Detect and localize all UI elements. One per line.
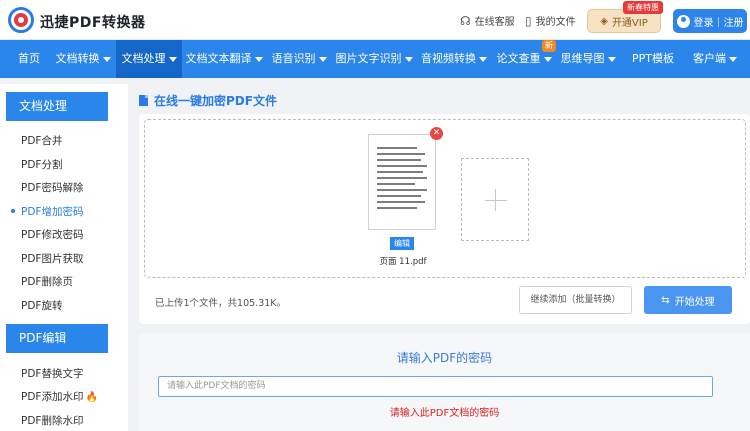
convert-arrows-icon: ⇆ [661,294,670,306]
active-dot-icon [11,209,15,213]
login-register-button[interactable]: 登录｜注册 [673,9,747,33]
sidebar-item-pdf-replace-text[interactable]: PDF替换文字 [21,366,83,381]
new-badge: 新 [542,40,556,52]
nav-ppt[interactable]: PPT模板 [624,40,682,78]
chevron-down-icon [102,56,111,62]
sidebar-item-pdf-change-password[interactable]: PDF修改密码 [21,227,83,242]
nav-home[interactable]: 首页 [8,40,50,78]
sidebar-item-pdf-merge[interactable]: PDF合并 [21,133,62,148]
start-process-button[interactable]: ⇆ 开始处理 [644,286,732,314]
edit-file-button[interactable]: 编辑 [390,237,414,250]
sidebar-item-pdf-delete-page[interactable]: PDF删除页 [21,274,73,289]
sidebar-item-pdf-add-watermark[interactable]: PDF添加水印 🔥 [21,389,98,404]
chevron-down-icon [168,56,177,62]
pdf-thumbnail[interactable] [368,134,436,230]
sidebar-item-pdf-unlock[interactable]: PDF密码解除 [21,180,83,195]
chevron-down-icon [729,56,737,62]
main-nav: 首页 文档转换 文档处理 文档文本翻译 语音识别 图片文字识别 音视频转换 论文… [0,40,750,78]
top-header: 迅捷PDF转换器 ☊ 在线客服 ▯ 我的文件 ◈ 开通VIP 新春特惠 登录｜注… [0,0,750,40]
sidebar-item-pdf-split[interactable]: PDF分割 [21,157,62,172]
start-label: 开始处理 [674,296,715,308]
nav-speech[interactable]: 语音识别 [266,40,332,78]
nav-translate[interactable]: 文档文本翻译 [182,40,266,78]
login-label: 登录｜注册 [693,17,744,29]
diamond-icon: ◈ [600,15,608,27]
chevron-down-icon [543,56,552,62]
sidebar-item-pdf-add-password[interactable]: PDF增加密码 [21,204,83,219]
password-error-message: 请输入此PDF文档的密码 [389,408,500,419]
my-files-label: 我的文件 [535,17,576,28]
vip-promo-badge: 新春特惠 [623,1,663,14]
sidebar-section-title: PDF编辑 [6,324,108,353]
file-dropzone[interactable] [144,119,746,278]
nav-ocr[interactable]: 图片文字识别 [332,40,416,78]
nav-mindmap[interactable]: 思维导图 [556,40,620,78]
sidebar-item-pdf-rotate[interactable]: PDF旋转 [21,298,62,313]
online-service-link[interactable]: ☊ 在线客服 [460,13,515,29]
my-files-link[interactable]: ▯ 我的文件 [525,13,576,29]
file-name: 页面 11.pdf [379,257,427,267]
sidebar-item-pdf-remove-watermark[interactable]: PDF删除水印 [21,413,83,428]
nav-av-convert[interactable]: 音视频转换 [416,40,492,78]
page-title-text: 在线一键加密PDF文件 [154,94,277,108]
document-icon [139,95,148,106]
remove-file-icon[interactable]: ✕ [430,127,443,140]
user-icon [676,14,690,28]
chevron-down-icon [404,56,413,62]
chevron-down-icon [479,56,487,62]
headset-icon: ☊ [460,13,471,28]
continue-add-button[interactable]: 继续添加（批量转换） [519,286,632,314]
app-name[interactable]: 迅捷PDF转换器 [40,12,145,32]
vip-label: 开通VIP [611,17,648,29]
password-input[interactable]: 请输入此PDF文档的密码 [158,376,713,397]
nav-doc-convert[interactable]: 文档转换 [50,40,116,78]
chevron-down-icon [607,56,616,62]
sidebar-item-pdf-extract-images[interactable]: PDF图片获取 [21,251,83,266]
password-title: 请输入PDF的密码 [396,351,493,365]
nav-doc-process[interactable]: 文档处理 [116,40,182,78]
chevron-down-icon [254,56,263,62]
online-service-label: 在线客服 [474,17,515,28]
add-file-button[interactable] [461,158,529,241]
chevron-down-icon [318,56,327,62]
page-title: 在线一键加密PDF文件 [139,92,277,109]
fire-icon: 🔥 [85,392,98,403]
sidebar-section-title: 文档处理 [6,92,108,121]
upload-status: 已上传1个文件，共105.31K。 [155,298,287,309]
file-icon: ▯ [525,13,532,28]
app-logo-icon[interactable] [8,7,34,33]
nav-client[interactable]: 客户端 [684,40,746,78]
